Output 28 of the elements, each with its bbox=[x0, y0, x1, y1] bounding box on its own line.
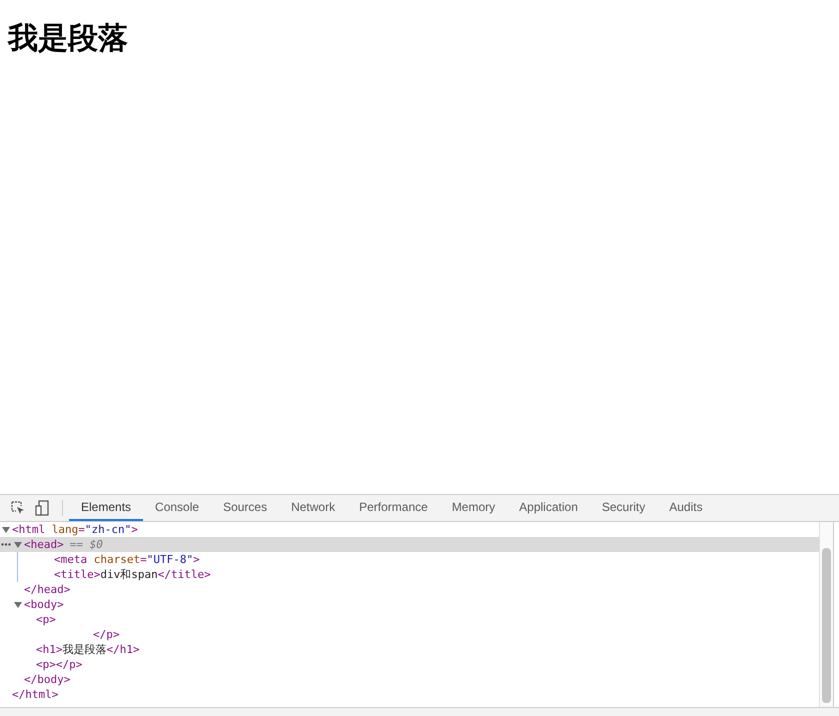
code-line: <h1>我是段落</h1> bbox=[36, 642, 140, 657]
code-line: </body> bbox=[24, 672, 70, 687]
code-line: <meta charset="UTF-8"> bbox=[54, 552, 200, 567]
code-line: <p> bbox=[36, 612, 56, 627]
devtools-tab[interactable]: Audits bbox=[657, 495, 715, 521]
devtools-tab[interactable]: Memory bbox=[440, 495, 508, 521]
devtools-tab[interactable]: Network bbox=[279, 495, 348, 521]
devtools-tab[interactable]: Security bbox=[590, 495, 658, 521]
code-line: <head> == $0 bbox=[24, 537, 103, 552]
code-line: <title>div和span</title> bbox=[54, 567, 211, 582]
more-icon[interactable] bbox=[1, 543, 11, 546]
code-line: <body> bbox=[24, 597, 64, 612]
code-line: </html> bbox=[12, 687, 58, 702]
code-line: </p> bbox=[93, 627, 120, 642]
code-line: </head> bbox=[24, 582, 70, 597]
devtools-tab[interactable]: Performance bbox=[347, 495, 440, 521]
expand-arrow-icon[interactable] bbox=[12, 540, 24, 548]
expand-arrow-icon[interactable] bbox=[12, 600, 24, 608]
devtools-tab[interactable]: Sources bbox=[211, 495, 280, 521]
devtools-tab[interactable]: Elements bbox=[69, 495, 144, 521]
devtools-tab[interactable]: Console bbox=[143, 495, 212, 521]
devtools-tab[interactable]: Application bbox=[507, 495, 590, 521]
code-line: <p></p> bbox=[36, 657, 82, 672]
code-line: <html lang="zh-cn"> bbox=[12, 522, 138, 537]
expand-arrow-icon[interactable] bbox=[0, 526, 12, 534]
page-heading: 我是段落 bbox=[8, 21, 129, 57]
device-icon[interactable] bbox=[33, 499, 51, 517]
scrollbar[interactable] bbox=[819, 522, 833, 707]
